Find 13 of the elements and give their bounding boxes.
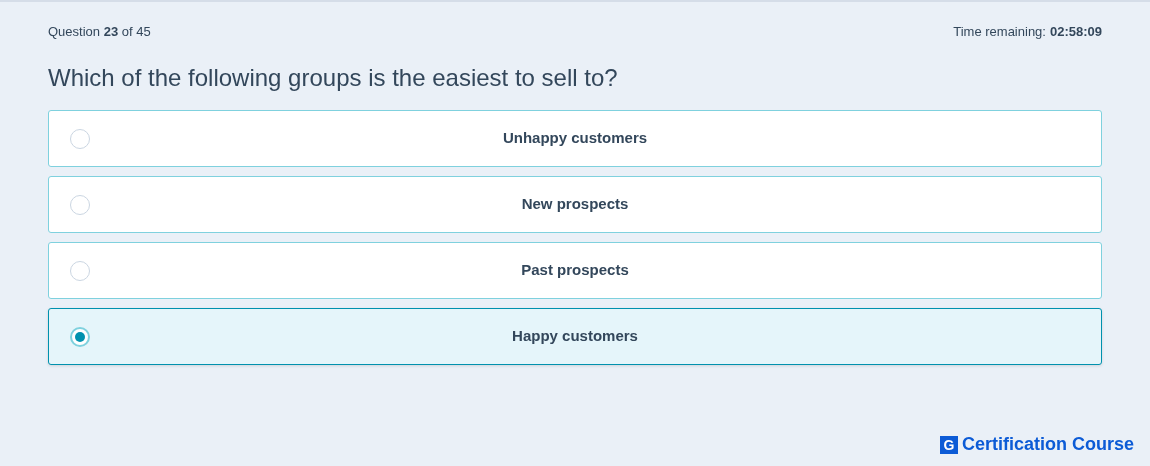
question-counter: Question 23 of 45: [48, 23, 151, 41]
answer-option[interactable]: Unhappy customers: [48, 109, 1102, 167]
time-remaining-label: Time remaining: 02:58:09: [953, 23, 1102, 41]
logo-icon: G: [939, 435, 958, 454]
radio-icon: [70, 326, 90, 347]
answer-option[interactable]: Past prospects: [48, 241, 1102, 299]
answer-option[interactable]: New prospects: [48, 175, 1102, 233]
answer-option[interactable]: Happy customers: [48, 307, 1102, 365]
radio-icon: [70, 260, 90, 281]
brand-name: Certification Course: [961, 433, 1134, 456]
radio-icon: [70, 128, 90, 149]
question-text: Which of the following groups is the easiest to sell to?: [48, 62, 619, 93]
radio-icon: [70, 194, 90, 215]
